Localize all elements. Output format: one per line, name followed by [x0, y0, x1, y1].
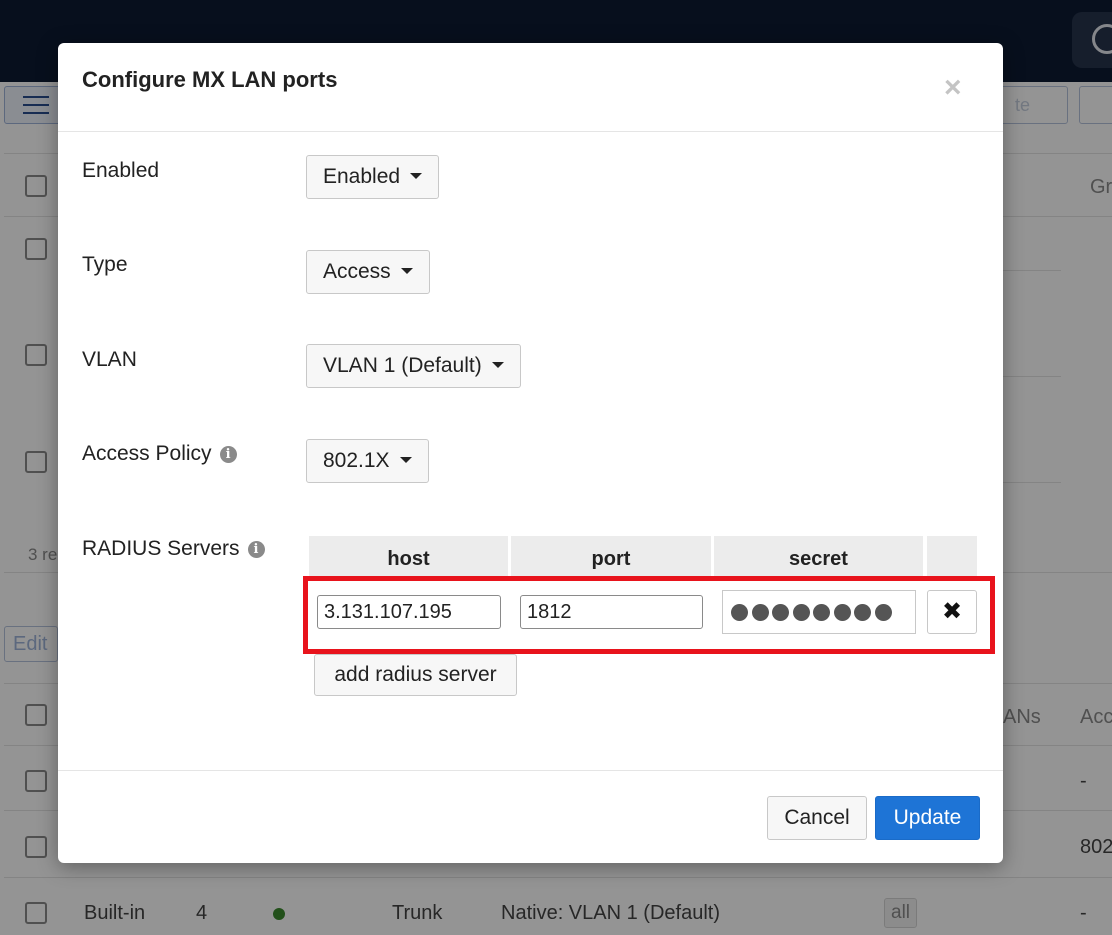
- password-mask-dot: [833, 604, 851, 621]
- password-mask-dot: [813, 604, 830, 621]
- close-icon[interactable]: ×: [944, 73, 962, 103]
- radius-host-input[interactable]: 3.131.107.195: [317, 595, 501, 629]
- type-label: Type: [82, 253, 128, 276]
- remove-radius-server-button[interactable]: ✖: [927, 590, 977, 634]
- password-mask-dot: [854, 604, 871, 621]
- vlan-label: VLAN: [82, 348, 137, 371]
- radius-secret-input[interactable]: [722, 590, 916, 634]
- add-radius-server-button[interactable]: add radius server: [314, 654, 517, 696]
- radius-port-input[interactable]: 1812: [520, 595, 703, 629]
- caret-down-icon: [410, 173, 423, 179]
- caret-down-icon: [491, 362, 504, 368]
- close-icon: ✖: [941, 598, 963, 625]
- type-dropdown[interactable]: Access: [306, 250, 430, 294]
- password-mask-dot: [874, 604, 892, 621]
- password-mask-dot: [792, 604, 810, 621]
- dialog-header: Configure MX LAN ports ×: [58, 43, 1003, 132]
- radius-action-header: [927, 536, 977, 576]
- access-policy-label: Access Policy i: [82, 442, 237, 466]
- enabled-dropdown[interactable]: Enabled: [306, 155, 440, 199]
- password-mask-dot: [772, 604, 789, 621]
- radius-servers-label: RADIUS Servers i: [82, 537, 265, 561]
- update-button[interactable]: Update: [875, 796, 980, 840]
- password-mask-dot: [731, 604, 748, 621]
- radius-port-header: port: [511, 536, 711, 576]
- info-icon[interactable]: i: [247, 541, 265, 558]
- vlan-dropdown[interactable]: VLAN 1 (Default): [306, 344, 521, 388]
- access-policy-dropdown[interactable]: 802.1X: [306, 439, 429, 483]
- cancel-button[interactable]: Cancel: [767, 796, 867, 840]
- dialog-title: Configure MX LAN ports: [82, 67, 338, 92]
- caret-down-icon: [400, 268, 413, 274]
- radius-secret-header: secret: [714, 536, 923, 576]
- enabled-label: Enabled: [82, 159, 160, 182]
- radius-host-header: host: [309, 536, 508, 576]
- password-mask-dot: [751, 604, 769, 621]
- info-icon[interactable]: i: [219, 446, 237, 463]
- caret-down-icon: [399, 457, 412, 463]
- configure-ports-dialog: Configure MX LAN ports × Enabled Enabled…: [58, 43, 1003, 863]
- dialog-footer: Cancel Update: [58, 770, 1003, 863]
